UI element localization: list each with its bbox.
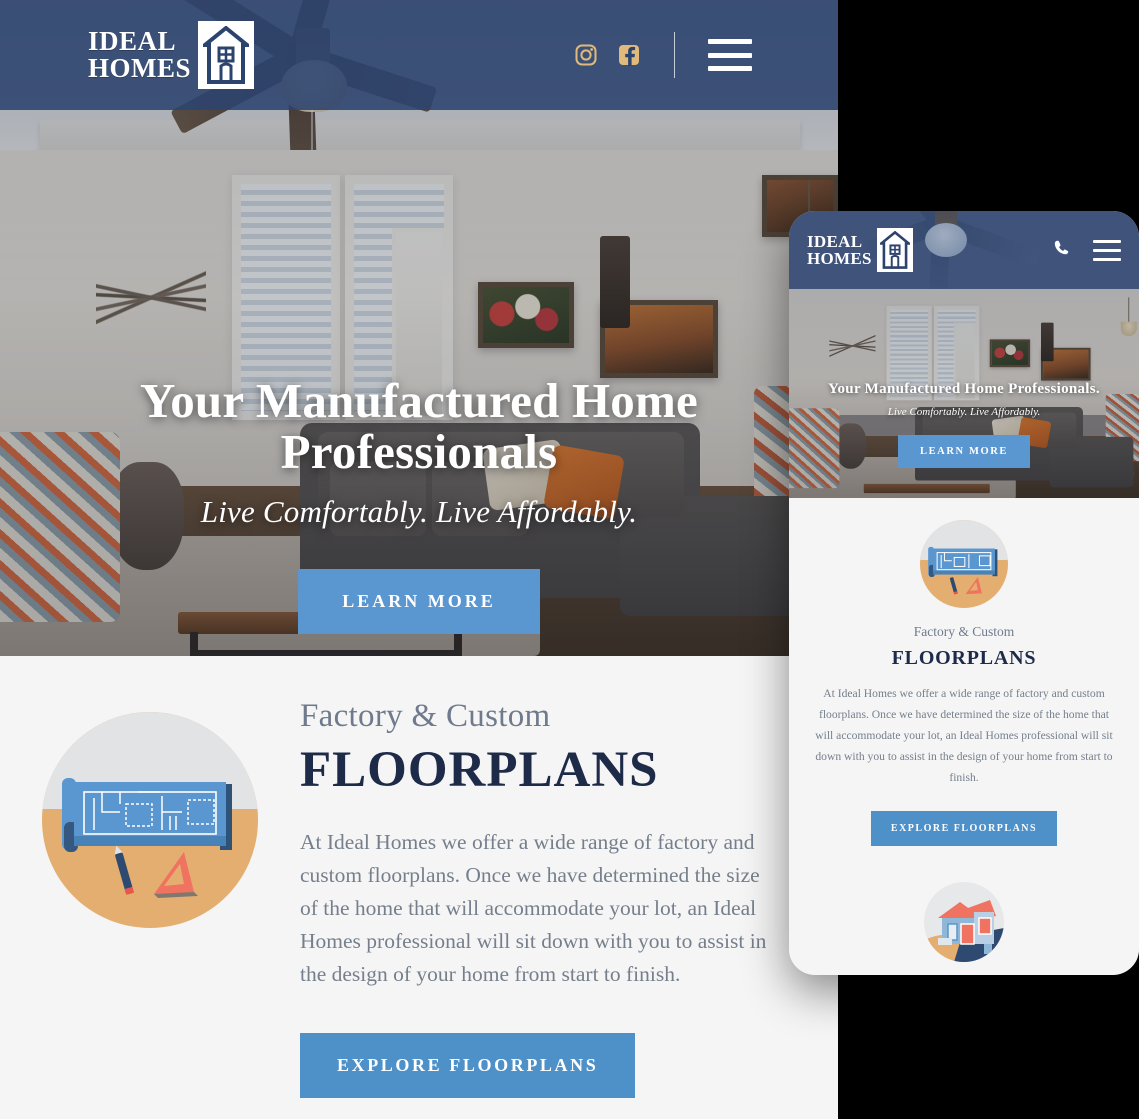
floorplans-section: Factory & Custom FLOORPLANS At Ideal Hom…	[0, 656, 838, 1119]
hero-subtitle: Live Comfortably. Live Affordably.	[200, 493, 638, 529]
mobile-hero-banner: Your Manufactured Home Professionals. Li…	[789, 289, 1139, 498]
mobile-floorplans-headline: FLOORPLANS	[891, 647, 1037, 669]
mobile-hero-subtitle: Live Comfortably. Live Affordably.	[887, 406, 1041, 418]
desktop-viewport: IDEAL HOMES Your Manufactured Home Profe…	[0, 0, 838, 1119]
mobile-explore-floorplans-button[interactable]: EXPLORE FLOORPLANS	[870, 811, 1058, 847]
logo-line-2: HOMES	[88, 53, 192, 83]
mobile-logo-line-2: HOMES	[807, 249, 872, 268]
mobile-preview-card: IDEAL HOMES Your Manufactured Home Profe…	[789, 211, 1139, 975]
mobile-hero-learn-more-button[interactable]: LEARN MORE	[897, 435, 1031, 468]
mobile-hero-title: Your Manufactured Home Professionals.	[828, 381, 1100, 397]
blueprint-floorplan-icon	[920, 520, 1008, 608]
mobile-header-actions	[1052, 238, 1121, 262]
mobile-floorplans-eyebrow: Factory & Custom	[913, 624, 1015, 639]
house-icon	[198, 21, 255, 89]
phone-icon[interactable]	[1052, 238, 1071, 262]
instagram-icon[interactable]	[574, 43, 598, 67]
header-actions	[574, 32, 752, 78]
header-divider	[674, 32, 675, 78]
hero-learn-more-button[interactable]: LEARN MORE	[298, 568, 540, 634]
floorplans-eyebrow: Factory & Custom	[300, 698, 551, 734]
hero-copy: Your Manufactured Home Professionals Liv…	[0, 375, 838, 634]
site-header: IDEAL HOMES	[0, 0, 838, 110]
facebook-icon[interactable]	[617, 43, 641, 67]
house-icon	[876, 228, 913, 272]
logo-line-1: IDEAL	[88, 26, 177, 56]
hero-title: Your Manufactured Home Professionals	[140, 373, 698, 480]
site-logo[interactable]: IDEAL HOMES	[88, 21, 255, 89]
floorplans-headline: FLOORPLANS	[300, 742, 659, 798]
hamburger-menu-icon[interactable]	[708, 39, 752, 71]
mobile-floorplans-section: Factory & Custom FLOORPLANS At Ideal Hom…	[789, 498, 1139, 963]
mobile-logo-wordmark: IDEAL HOMES	[807, 233, 872, 267]
logo-wordmark: IDEAL HOMES	[88, 28, 191, 82]
blueprint-floorplan-icon	[42, 712, 258, 928]
explore-floorplans-button[interactable]: EXPLORE FLOORPLANS	[300, 1032, 636, 1098]
mobile-floorplans-paragraph: At Ideal Homes we offer a wide range of …	[815, 687, 1113, 785]
floorplans-paragraph: At Ideal Homes we offer a wide range of …	[300, 830, 767, 987]
mobile-logo-line-1: IDEAL	[807, 232, 863, 251]
mobile-hero-copy: Your Manufactured Home Professionals. Li…	[789, 381, 1139, 468]
mobile-site-header: IDEAL HOMES	[789, 211, 1139, 289]
house-illustration-icon	[924, 882, 1004, 963]
floorplans-icon-wrap	[0, 698, 300, 1119]
hamburger-menu-icon[interactable]	[1093, 239, 1121, 261]
mobile-site-logo[interactable]: IDEAL HOMES	[807, 228, 913, 272]
floorplans-body: Factory & Custom FLOORPLANS At Ideal Hom…	[300, 698, 838, 1119]
